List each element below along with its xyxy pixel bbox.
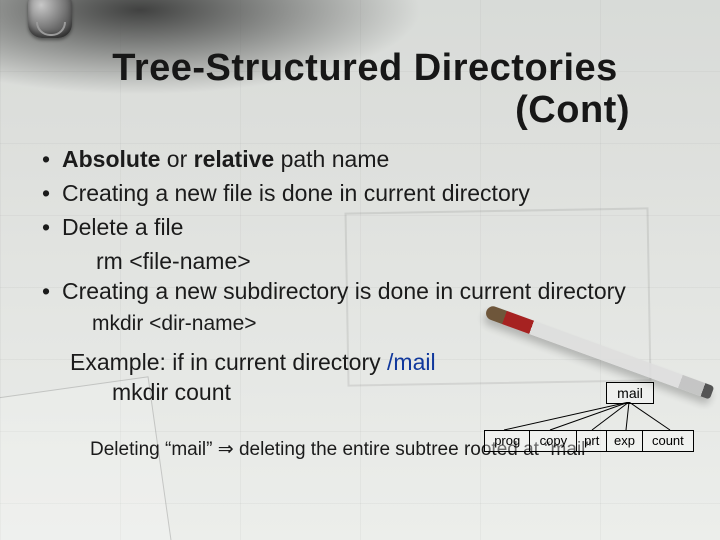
bullet-1-bold-2: relative bbox=[194, 146, 275, 172]
slide-title: Tree-Structured Directories (Cont) bbox=[80, 48, 690, 132]
bullet-4-command: mkdir <dir-name> bbox=[32, 310, 692, 337]
tree-leaf: prog bbox=[484, 430, 529, 452]
bullet-1: Absolute or relative path name bbox=[40, 145, 692, 175]
tree-leaf: copy bbox=[529, 430, 576, 452]
bullet-1-mid: or bbox=[160, 146, 193, 172]
tree-edges-icon bbox=[484, 402, 694, 432]
bullet-4: Creating a new subdirectory is done in c… bbox=[40, 277, 692, 307]
bullet-1-tail: path name bbox=[274, 146, 389, 172]
directory-tree-diagram: mail prog copy prt exp count bbox=[484, 382, 694, 470]
title-line-1: Tree-Structured Directories bbox=[40, 48, 690, 90]
tree-leaf: prt bbox=[576, 430, 606, 452]
example-line-1: Example: if in current directory /mail bbox=[70, 348, 692, 378]
tree-root-node: mail bbox=[606, 382, 654, 404]
implies-arrow-icon: ⇒ bbox=[218, 439, 234, 460]
title-line-2: (Cont) bbox=[80, 90, 690, 132]
tree-leaves-row: prog copy prt exp count bbox=[484, 430, 694, 452]
bullet-1-bold-1: Absolute bbox=[62, 146, 160, 172]
tree-leaf: exp bbox=[606, 430, 642, 452]
example-line-1a: Example: if in current directory bbox=[70, 349, 387, 375]
slide: Tree-Structured Directories (Cont) Absol… bbox=[0, 0, 720, 540]
tree-leaf: count bbox=[642, 430, 694, 452]
bullet-list-2: Creating a new subdirectory is done in c… bbox=[32, 277, 692, 307]
bullet-2: Creating a new file is done in current d… bbox=[40, 179, 692, 209]
bullet-list: Absolute or relative path name Creating … bbox=[32, 145, 692, 243]
bullet-3-command: rm <file-name> bbox=[32, 247, 692, 277]
example-path: /mail bbox=[387, 349, 436, 375]
bullet-3: Delete a file bbox=[40, 213, 692, 243]
binder-clip-icon bbox=[28, 0, 72, 38]
footer-pre: Deleting “mail” bbox=[90, 439, 218, 460]
